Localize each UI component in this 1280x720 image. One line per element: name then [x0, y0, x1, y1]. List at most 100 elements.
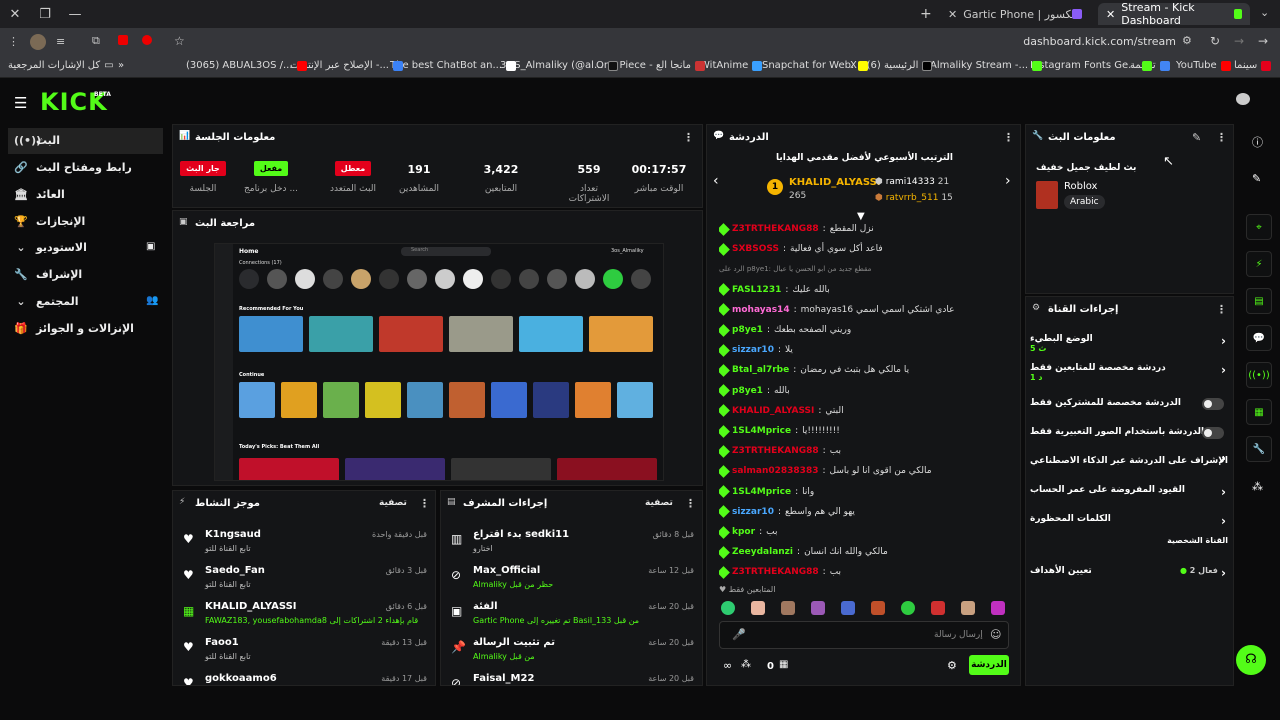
emoji-icon[interactable]: ☺ [990, 628, 1001, 641]
chat-username[interactable]: Z3TRTHEKANG88 [732, 567, 819, 577]
ai-moderation-setting[interactable]: الإشراف على الدردشة عبر الذكاء الاصطناعي… [1030, 450, 1230, 476]
filter-button[interactable]: تصفية [379, 498, 407, 508]
panel-menu-icon[interactable]: ⋮ [1216, 131, 1227, 144]
maximize-window-icon[interactable]: ❐ [30, 0, 60, 28]
info-icon[interactable]: ⓘ [1252, 134, 1263, 150]
reload-icon[interactable]: ↻ [1210, 34, 1220, 48]
scan-icon[interactable]: ⌖ [1246, 214, 1272, 240]
emote-icon[interactable] [811, 601, 825, 615]
chat-username[interactable]: sizzar10 [732, 507, 774, 517]
broadcast-icon[interactable]: ((•)) [1246, 362, 1272, 388]
chat-username[interactable]: Btal_al7rbe [732, 365, 789, 375]
mic-icon[interactable]: 🎤 [732, 628, 746, 641]
points-icon[interactable]: ⁂ [741, 659, 751, 670]
sidebar-item-drops[interactable]: 🎁 الإنزالات و الجوائز [8, 316, 163, 342]
hamburger-menu-icon[interactable]: ☰ [14, 94, 27, 112]
chat-username[interactable]: salman02838383 [732, 466, 818, 476]
chat-username[interactable]: 1SL4Mprice [732, 487, 791, 497]
chat-input[interactable]: 🎤 إرسال رسالة ☺ [719, 621, 1009, 649]
chat-username[interactable]: sizzar10 [732, 345, 774, 355]
menu-dots-icon[interactable]: ⋮ [8, 35, 19, 48]
extensions-icon[interactable]: ⧉ [92, 34, 100, 48]
url-field[interactable]: dashboard.kick.com/stream [980, 35, 1176, 48]
gift-icon[interactable]: ▦ [779, 659, 788, 670]
minimize-window-icon[interactable]: — [60, 0, 90, 28]
chat-username[interactable]: FASL1231 [732, 285, 781, 295]
sidebar-item-stream[interactable]: ((•)) البث [8, 128, 163, 154]
emote-icon[interactable] [781, 601, 795, 615]
bookmark-item[interactable]: YouTube [1176, 60, 1231, 71]
slow-mode-setting[interactable]: الوضع البطيء 5 ث › [1030, 328, 1230, 354]
tab-kick-dashboard[interactable]: ✕ Stream - Kick Dashboard [1098, 1, 1250, 27]
leader-2[interactable]: ⬢ rami14333 21 [875, 177, 949, 187]
bookmark-item[interactable]: الإصلاح عبر الإنترنت -... [290, 60, 403, 71]
banned-words-setting[interactable]: الكلمات المحظورة › [1030, 508, 1230, 534]
sidebar-item-studio[interactable]: ⌄ الاستوديو ▣ [8, 235, 163, 261]
emote-icon[interactable] [961, 601, 975, 615]
bookmarks-overflow-icon[interactable]: » [118, 60, 124, 71]
leaderboard-prev-icon[interactable]: ‹ [713, 173, 719, 189]
emote-icon[interactable] [871, 601, 885, 615]
subscribers-only-toggle[interactable] [1202, 398, 1224, 410]
back-icon[interactable]: → [1258, 34, 1268, 48]
document-icon[interactable]: ▤ [1246, 288, 1272, 314]
support-headset-icon[interactable]: ☊ [1236, 645, 1266, 675]
emote-icon[interactable] [991, 601, 1005, 615]
user-avatar[interactable] [1236, 93, 1250, 105]
leader-name[interactable]: KHALID_ALYASSI [789, 177, 881, 188]
edit-icon[interactable]: ✎ [1252, 172, 1261, 185]
tab-gartic-phone[interactable]: ✕ Gartic Phone | الهاتف المكسور [940, 3, 1090, 25]
leader-3[interactable]: ⬢ ratvrrb_511 15 [875, 193, 953, 203]
chat-username[interactable]: p8ye1 [732, 386, 763, 396]
goals-setting[interactable]: تعيين الأهداف ● فعال 2 › [1030, 560, 1230, 586]
chat-username[interactable]: KHALID_ALYASSI [732, 406, 814, 416]
panel-menu-icon[interactable]: ⋮ [1216, 303, 1227, 316]
account-age-setting[interactable]: القيود المفروضة على عمر الحساب › [1030, 479, 1230, 505]
emote-icon[interactable] [721, 601, 735, 615]
infinity-icon[interactable]: ∞ [723, 659, 732, 672]
bookmark-item[interactable]: سينما [1234, 60, 1272, 71]
site-settings-icon[interactable]: ⚙ [1182, 34, 1192, 47]
emote-icon[interactable] [841, 601, 855, 615]
bookmark-star-icon[interactable]: ☆ [174, 34, 185, 48]
panel-menu-icon[interactable]: ⋮ [1003, 131, 1014, 144]
tools-icon[interactable]: 🔧 [1246, 436, 1272, 462]
panel-menu-icon[interactable]: ⋮ [683, 131, 694, 144]
filter-button[interactable]: تصفية [645, 498, 673, 508]
chat-send-button[interactable]: الدردشة [969, 655, 1009, 675]
profile-avatar[interactable] [30, 34, 46, 50]
all-bookmarks[interactable]: كل الإشارات المرجعية ▭ [8, 60, 114, 71]
youtube-ext-icon[interactable] [118, 35, 128, 45]
sidebar-item-moderation[interactable]: 🔧 الإشراف [8, 262, 163, 288]
stream-video[interactable]: Home Search 3os_Almaliky Connections (17… [214, 243, 664, 481]
new-tab-icon[interactable]: + [920, 6, 932, 22]
bookmark-item[interactable]: Almaliky Stream -... [930, 60, 1043, 71]
settings-gear-icon[interactable]: ⚙ [947, 659, 957, 672]
forward-icon[interactable]: → [1234, 34, 1244, 48]
subscribers-only-setting[interactable]: الدردشة مخصصة للمشتركين فقط [1030, 392, 1230, 418]
panel-menu-icon[interactable]: ⋮ [419, 497, 430, 510]
chat-username[interactable]: Z3TRTHEKANG88 [732, 446, 819, 456]
followers-only-setting[interactable]: دردشة مخصصة للمتابعين فقط 1 د › [1030, 357, 1230, 383]
tab-search-icon[interactable]: ⌄ [1260, 6, 1269, 19]
playlist-icon[interactable]: ≡ [56, 35, 65, 48]
emote-icon[interactable] [931, 601, 945, 615]
close-tab-icon[interactable]: ✕ [1106, 8, 1115, 21]
bookmark-item[interactable]: Snapchat for Web. [762, 60, 869, 71]
panel-menu-icon[interactable]: ⋮ [685, 497, 696, 510]
emote-icon[interactable] [901, 601, 915, 615]
emote-icon[interactable] [751, 601, 765, 615]
chat-username[interactable]: mohayas14 [732, 305, 790, 315]
community-dots-icon[interactable]: ⁂ [1252, 480, 1263, 493]
sidebar-item-stream-key[interactable]: 🔗 رابط ومفتاح البث [8, 155, 163, 181]
leaderboard-next-icon[interactable]: › [1005, 173, 1011, 189]
stream-category[interactable]: Roblox [1064, 181, 1097, 192]
chat-username[interactable]: kpor [732, 527, 755, 537]
adblock-ext-icon[interactable] [142, 35, 152, 45]
layers-icon[interactable]: ▦ [1246, 399, 1272, 425]
sidebar-item-revenue[interactable]: 🏛 العائد [8, 182, 163, 208]
close-tab-icon[interactable]: ✕ [948, 8, 957, 21]
bookmark-item[interactable]: 3OS_Almaliky (@al... [500, 60, 618, 71]
bookmark-item[interactable]: The best ChatBot an... [390, 60, 517, 71]
bookmark-item[interactable]: WitAnime [700, 60, 763, 71]
